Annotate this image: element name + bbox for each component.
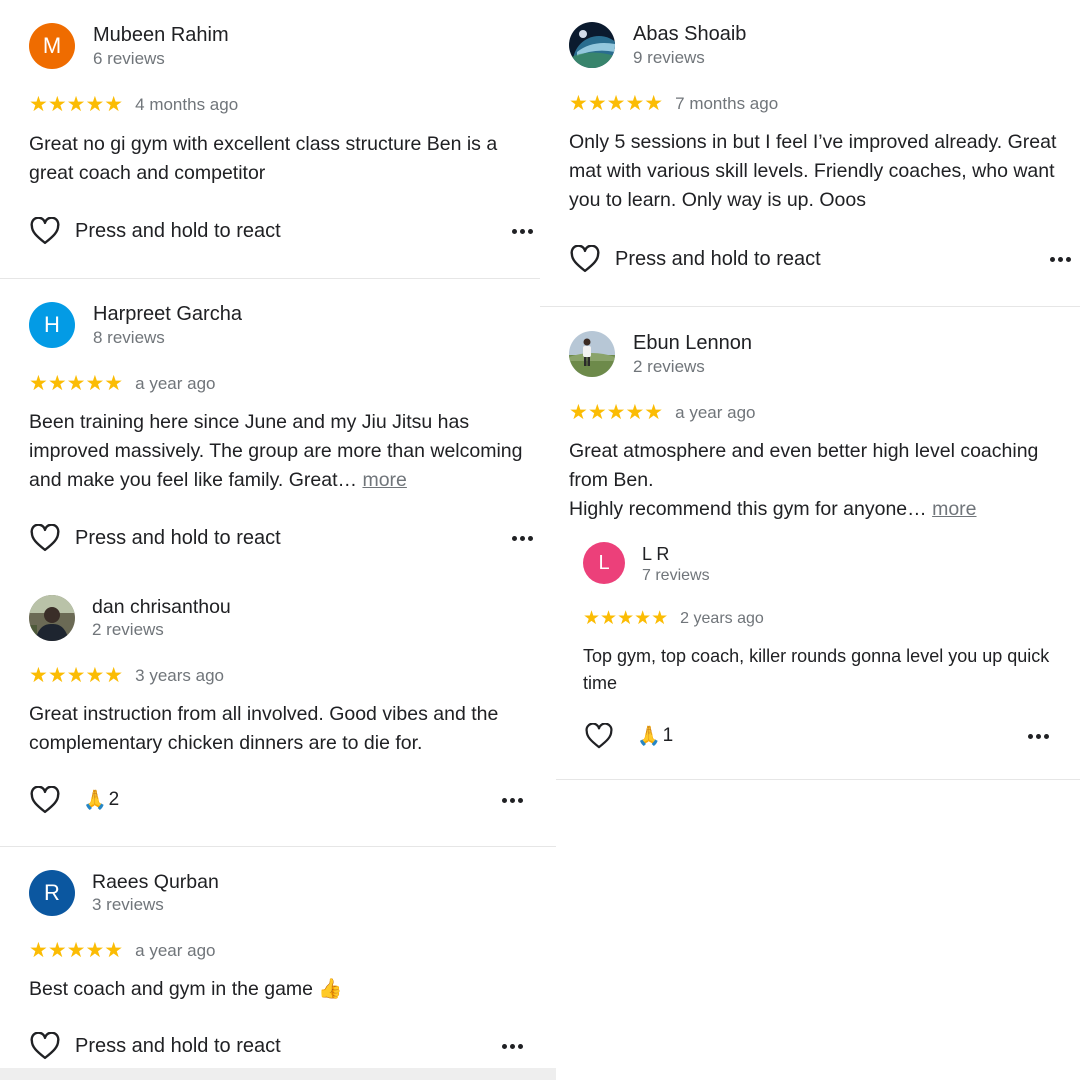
- user-photo-icon[interactable]: [29, 595, 75, 641]
- folded-hands-icon: 🙏: [83, 790, 107, 811]
- heart-icon[interactable]: [29, 215, 61, 247]
- more-options-icon[interactable]: [1028, 720, 1049, 752]
- star-rating: ★★★★★: [29, 93, 124, 116]
- review-count: 7 reviews: [642, 567, 710, 584]
- review-time: 4 months ago: [135, 94, 239, 114]
- reviewer-name[interactable]: dan chrisanthou: [92, 596, 231, 619]
- reaction-badge[interactable]: 🙏 2: [83, 788, 119, 812]
- divider: [556, 779, 1080, 780]
- review-text: Great no gi gym with excellent class str…: [29, 133, 498, 184]
- bottom-bar: [0, 1068, 556, 1080]
- rating-row: ★★★★★ a year ago: [569, 402, 755, 423]
- review-count: 6 reviews: [93, 49, 165, 68]
- review-time: 7 months ago: [675, 93, 779, 113]
- rating-row: ★★★★★ 4 months ago: [29, 94, 238, 115]
- review-text: Only 5 sessions in but I feel I’ve impro…: [569, 131, 1057, 211]
- divider: [0, 846, 556, 847]
- review-card: R Raees Qurban 3 reviews ★★★★★ a year ag…: [29, 870, 523, 1062]
- landscape-photo-icon[interactable]: [569, 331, 615, 377]
- rating-row: ★★★★★ a year ago: [29, 940, 215, 961]
- divider: [540, 306, 1080, 307]
- heart-icon[interactable]: [569, 243, 601, 275]
- review-card: L L R 7 reviews ★★★★★ 2 years ago Top gy…: [583, 542, 1049, 752]
- reviewer-name[interactable]: Raees Qurban: [92, 871, 219, 894]
- heart-icon[interactable]: [583, 720, 615, 752]
- reviewer-name[interactable]: Abas Shoaib: [633, 23, 746, 46]
- avatar[interactable]: L: [583, 542, 625, 584]
- star-rating: ★★★★★: [569, 401, 664, 424]
- reaction-badge[interactable]: 🙏 1: [637, 724, 673, 748]
- reviewer-name[interactable]: Ebun Lennon: [633, 332, 752, 355]
- review-text: Top gym, top coach, killer rounds gonna …: [583, 646, 1050, 693]
- action-row: Press and hold to react: [29, 215, 533, 247]
- star-rating: ★★★★★: [569, 92, 664, 115]
- review-text: Great atmosphere and even better high le…: [569, 440, 1039, 520]
- rating-row: ★★★★★ 2 years ago: [583, 609, 764, 628]
- reaction-count: 1: [662, 725, 674, 746]
- action-row: 🙏 1: [583, 720, 1049, 752]
- action-row: Press and hold to react: [29, 1030, 523, 1062]
- review-card: dan chrisanthou 2 reviews ★★★★★ 3 years …: [29, 595, 523, 820]
- review-count: 2 reviews: [633, 357, 705, 376]
- star-rating: ★★★★★: [29, 372, 124, 395]
- review-count: 3 reviews: [92, 895, 164, 914]
- review-time: 2 years ago: [680, 609, 764, 627]
- heart-icon[interactable]: [29, 1030, 61, 1062]
- star-rating: ★★★★★: [29, 664, 124, 687]
- divider: [0, 278, 540, 279]
- react-label[interactable]: Press and hold to react: [75, 1035, 281, 1058]
- more-link[interactable]: more: [932, 498, 976, 520]
- review-count: 8 reviews: [93, 328, 165, 347]
- review-card: Ebun Lennon 2 reviews ★★★★★ a year ago G…: [569, 331, 1075, 531]
- review-card: H Harpreet Garcha 8 reviews ★★★★★ a year…: [29, 302, 533, 554]
- avatar[interactable]: R: [29, 870, 75, 916]
- avatar[interactable]: H: [29, 302, 75, 348]
- review-card: Abas Shoaib 9 reviews ★★★★★ 7 months ago…: [569, 22, 1071, 282]
- react-label[interactable]: Press and hold to react: [615, 248, 821, 271]
- earth-photo-icon[interactable]: [569, 22, 615, 68]
- rating-row: ★★★★★ 3 years ago: [29, 665, 224, 686]
- more-options-icon[interactable]: [1050, 243, 1071, 275]
- review-text: Best coach and gym in the game 👍: [29, 978, 343, 1000]
- more-link[interactable]: more: [362, 469, 406, 491]
- review-time: a year ago: [675, 402, 756, 422]
- reviewer-name[interactable]: Harpreet Garcha: [93, 303, 242, 326]
- review-count: 9 reviews: [633, 48, 705, 67]
- rating-row: ★★★★★ a year ago: [29, 373, 215, 394]
- rating-row: ★★★★★ 7 months ago: [569, 93, 778, 114]
- heart-icon[interactable]: [29, 522, 61, 554]
- review-card: M Mubeen Rahim 6 reviews ★★★★★ 4 months …: [29, 23, 533, 253]
- more-options-icon[interactable]: [512, 522, 533, 554]
- review-count: 2 reviews: [92, 620, 164, 639]
- review-time: a year ago: [135, 940, 216, 960]
- action-row: Press and hold to react: [29, 522, 533, 554]
- heart-icon[interactable]: [29, 784, 61, 816]
- react-label[interactable]: Press and hold to react: [75, 220, 281, 243]
- reviewer-name[interactable]: L R: [642, 544, 669, 565]
- more-options-icon[interactable]: [502, 1030, 523, 1062]
- reaction-count: 2: [108, 789, 120, 810]
- review-text: Been training here since June and my Jiu…: [29, 411, 523, 491]
- review-text: Great instruction from all involved. Goo…: [29, 703, 499, 754]
- react-label[interactable]: Press and hold to react: [75, 527, 281, 550]
- star-rating: ★★★★★: [583, 608, 669, 629]
- reviewer-name[interactable]: Mubeen Rahim: [93, 24, 229, 47]
- review-time: 3 years ago: [135, 665, 224, 685]
- action-row: 🙏 2: [29, 784, 523, 816]
- review-time: a year ago: [135, 373, 216, 393]
- star-rating: ★★★★★: [29, 939, 124, 962]
- more-options-icon[interactable]: [502, 784, 523, 816]
- folded-hands-icon: 🙏: [637, 726, 661, 747]
- action-row: Press and hold to react: [569, 243, 1071, 275]
- avatar[interactable]: M: [29, 23, 75, 69]
- more-options-icon[interactable]: [512, 215, 533, 247]
